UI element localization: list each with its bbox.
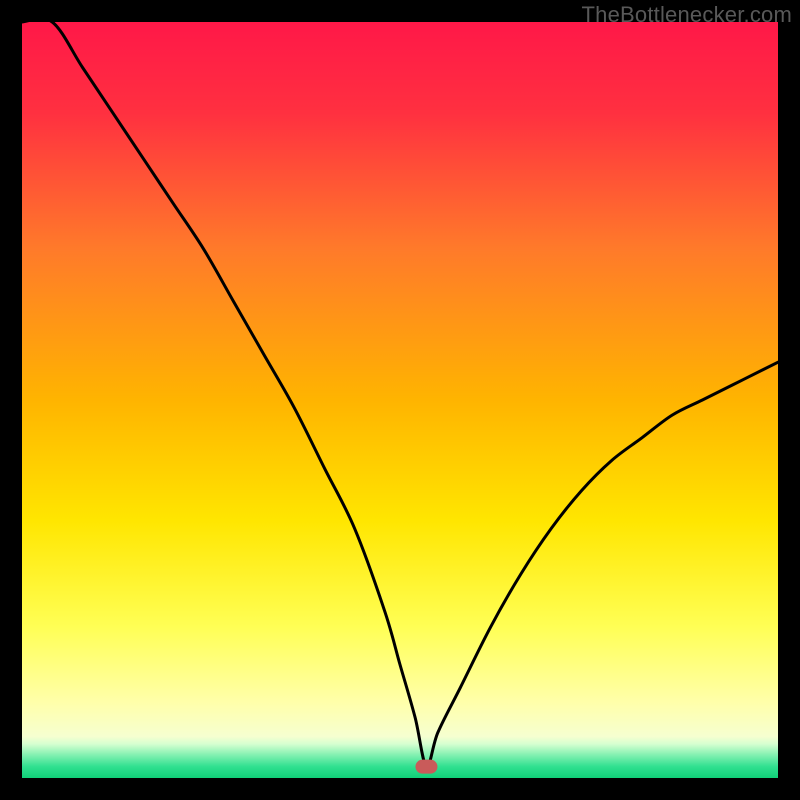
chart-container: TheBottlenecker.com bbox=[0, 0, 800, 800]
chart-svg bbox=[22, 22, 778, 778]
plot-area bbox=[22, 22, 778, 778]
watermark-text: TheBottlenecker.com bbox=[582, 2, 792, 28]
